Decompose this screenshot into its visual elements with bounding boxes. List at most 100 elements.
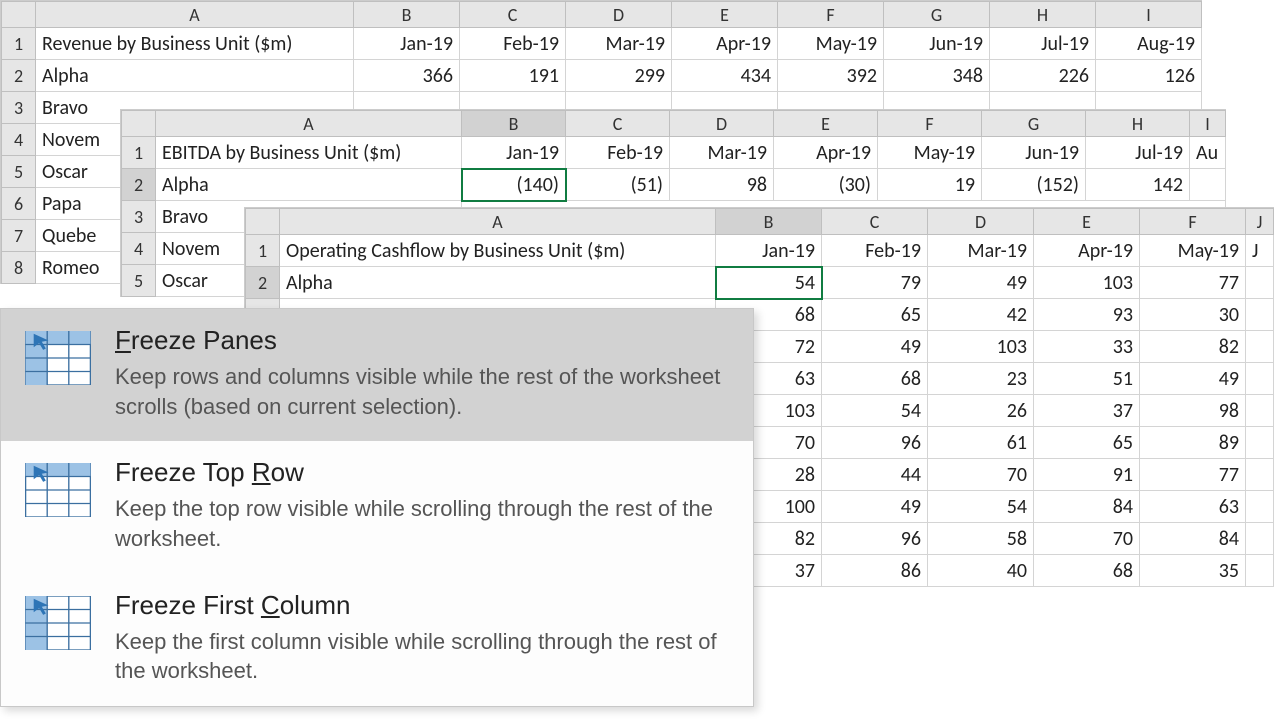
col-E[interactable]: E xyxy=(774,111,878,137)
cell-G1[interactable]: Jun-19 xyxy=(982,137,1086,169)
col-E[interactable]: E xyxy=(672,2,778,28)
cell-F5[interactable]: 49 xyxy=(1140,363,1246,395)
col-F[interactable]: F xyxy=(1140,209,1246,235)
cell-F11[interactable]: 35 xyxy=(1140,555,1246,587)
cell-D6[interactable]: 26 xyxy=(928,395,1034,427)
cell-F8[interactable]: 77 xyxy=(1140,459,1246,491)
cell-D2[interactable]: 98 xyxy=(670,169,774,201)
col-I[interactable]: I xyxy=(1190,111,1226,137)
cell-B1[interactable]: Jan-19 xyxy=(354,28,460,60)
cell-D2[interactable]: 299 xyxy=(566,60,672,92)
row-1[interactable]: 1 EBITDA by Business Unit ($m) Jan-19 Fe… xyxy=(122,137,1226,169)
cell-F2[interactable]: 19 xyxy=(878,169,982,201)
cell-E4[interactable]: 33 xyxy=(1034,331,1140,363)
row-hdr-8[interactable]: 8 xyxy=(2,252,36,284)
cell-C2[interactable]: 79 xyxy=(822,267,928,299)
cell-E2[interactable]: 434 xyxy=(672,60,778,92)
cell-H1[interactable]: Jul-19 xyxy=(990,28,1096,60)
cell-G2[interactable]: 348 xyxy=(884,60,990,92)
row-1[interactable]: 1 Revenue by Business Unit ($m) Jan-19 F… xyxy=(2,28,1202,60)
cell-C6[interactable]: 54 xyxy=(822,395,928,427)
cell-D2[interactable]: 49 xyxy=(928,267,1034,299)
cell-E10[interactable]: 70 xyxy=(1034,523,1140,555)
cell-A2[interactable]: Alpha xyxy=(156,169,462,201)
cell-D9[interactable]: 54 xyxy=(928,491,1034,523)
col-C[interactable]: C xyxy=(460,2,566,28)
cell-F10[interactable]: 84 xyxy=(1140,523,1246,555)
cell-C3[interactable]: 65 xyxy=(822,299,928,331)
row-hdr-7[interactable]: 7 xyxy=(2,220,36,252)
cell-D3[interactable]: 42 xyxy=(928,299,1034,331)
col-J[interactable]: J xyxy=(1246,209,1274,235)
cell-H2[interactable]: 142 xyxy=(1086,169,1190,201)
cell-A1[interactable]: Operating Cashflow by Business Unit ($m) xyxy=(280,235,716,267)
col-B[interactable]: B xyxy=(354,2,460,28)
select-all-corner[interactable] xyxy=(2,2,36,28)
menu-item-freeze-panes[interactable]: Freeze Panes Keep rows and columns visib… xyxy=(1,309,753,441)
select-all-corner[interactable] xyxy=(246,209,280,235)
cell-E1[interactable]: Apr-19 xyxy=(774,137,878,169)
row-hdr-1[interactable]: 1 xyxy=(2,28,36,60)
cell-E7[interactable]: 65 xyxy=(1034,427,1140,459)
cell-C8[interactable]: 44 xyxy=(822,459,928,491)
col-header-row[interactable]: A B C D E F G H I xyxy=(2,2,1202,28)
row-2[interactable]: 2 Alpha (140) (51) 98 (30) 19 (152) 142 xyxy=(122,169,1226,201)
cell-C1[interactable]: Feb-19 xyxy=(460,28,566,60)
col-E[interactable]: E xyxy=(1034,209,1140,235)
row-hdr-3[interactable]: 3 xyxy=(2,92,36,124)
col-G[interactable]: G xyxy=(884,2,990,28)
cell-E6[interactable]: 37 xyxy=(1034,395,1140,427)
col-B[interactable]: B xyxy=(462,111,566,137)
cell-C10[interactable]: 96 xyxy=(822,523,928,555)
cell-F9[interactable]: 63 xyxy=(1140,491,1246,523)
cell-E5[interactable]: 51 xyxy=(1034,363,1140,395)
cell-D1[interactable]: Mar-19 xyxy=(566,28,672,60)
cell-F7[interactable]: 89 xyxy=(1140,427,1246,459)
col-F[interactable]: F xyxy=(878,111,982,137)
select-all-corner[interactable] xyxy=(122,111,156,137)
col-header-row[interactable]: A B C D E F G H I xyxy=(122,111,1226,137)
col-A[interactable]: A xyxy=(36,2,354,28)
cell-C1[interactable]: Feb-19 xyxy=(822,235,928,267)
cell-B1[interactable]: Jan-19 xyxy=(462,137,566,169)
cell-I2[interactable]: 126 xyxy=(1096,60,1202,92)
cell-F4[interactable]: 82 xyxy=(1140,331,1246,363)
col-H[interactable]: H xyxy=(1086,111,1190,137)
row-hdr-5[interactable]: 5 xyxy=(2,156,36,188)
col-D[interactable]: D xyxy=(670,111,774,137)
cell-F1[interactable]: May-19 xyxy=(878,137,982,169)
cell-B2-selected[interactable]: (140) xyxy=(462,169,566,201)
cell-E2[interactable]: (30) xyxy=(774,169,878,201)
cell-D8[interactable]: 70 xyxy=(928,459,1034,491)
cell-D1[interactable]: Mar-19 xyxy=(928,235,1034,267)
col-header-row[interactable]: A B C D E F J xyxy=(246,209,1274,235)
row-hdr-2[interactable]: 2 xyxy=(2,60,36,92)
col-A[interactable]: A xyxy=(156,111,462,137)
cell-F1[interactable]: May-19 xyxy=(778,28,884,60)
cell-C9[interactable]: 49 xyxy=(822,491,928,523)
col-B[interactable]: B xyxy=(716,209,822,235)
menu-item-freeze-top-row[interactable]: Freeze Top Row Keep the top row visible … xyxy=(1,441,753,573)
cell-F2[interactable]: 392 xyxy=(778,60,884,92)
col-D[interactable]: D xyxy=(566,2,672,28)
cell-G1[interactable]: Jun-19 xyxy=(884,28,990,60)
row-2[interactable]: 2 Alpha366191299434392348226126 xyxy=(2,60,1202,92)
row-hdr-4[interactable]: 4 xyxy=(2,124,36,156)
cell-C11[interactable]: 86 xyxy=(822,555,928,587)
cell-D10[interactable]: 58 xyxy=(928,523,1034,555)
col-H[interactable]: H xyxy=(990,2,1096,28)
cell-B1[interactable]: Jan-19 xyxy=(716,235,822,267)
cell-D11[interactable]: 40 xyxy=(928,555,1034,587)
cell-A2[interactable]: Alpha xyxy=(36,60,354,92)
menu-item-freeze-first-column[interactable]: Freeze First Column Keep the first colum… xyxy=(1,574,753,706)
cell-E2[interactable]: 103 xyxy=(1034,267,1140,299)
cell-I1[interactable]: Au xyxy=(1190,137,1226,169)
cell-I1[interactable]: Aug-19 xyxy=(1096,28,1202,60)
cell-E3[interactable]: 93 xyxy=(1034,299,1140,331)
row-hdr-1[interactable]: 1 xyxy=(122,137,156,169)
cell-G2[interactable]: (152) xyxy=(982,169,1086,201)
row-2[interactable]: 2Alpha54794910377 xyxy=(246,267,1274,299)
cell-E1[interactable]: Apr-19 xyxy=(672,28,778,60)
row-hdr-1[interactable]: 1 xyxy=(246,235,280,267)
cell-J1[interactable]: J xyxy=(1246,235,1274,267)
